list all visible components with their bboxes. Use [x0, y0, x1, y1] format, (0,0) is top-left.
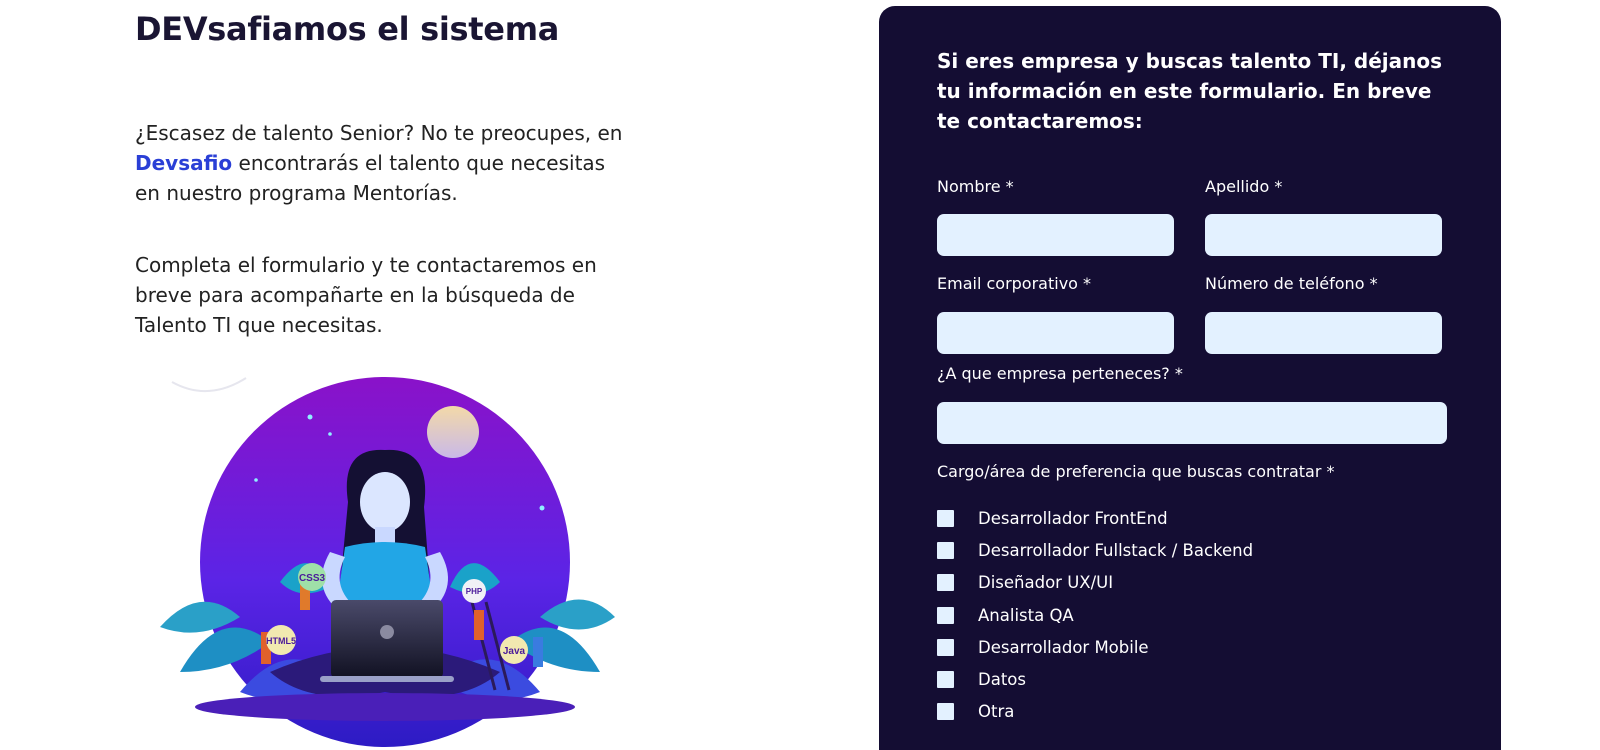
option-frontend[interactable]: Desarrollador FrontEnd [937, 502, 1253, 534]
badge-java: Java [503, 646, 526, 657]
apellido-label: Apellido * [1205, 177, 1283, 196]
empresa-input[interactable] [937, 402, 1447, 444]
checkbox[interactable] [937, 606, 954, 624]
cargo-question: Cargo/área de preferencia que buscas con… [937, 462, 1335, 481]
contact-form-card: Si eres empresa y buscas talento TI, déj… [879, 6, 1501, 750]
option-label: Desarrollador Fullstack / Backend [978, 540, 1254, 560]
woman-laptop-illustration: CSS3 PHP HTML5 Java [160, 377, 615, 747]
contact-paragraph: Completa el formulario y te contactaremo… [135, 253, 597, 337]
form-heading: Si eres empresa y buscas talento TI, déj… [937, 49, 1443, 133]
telefono-input[interactable] [1205, 312, 1442, 354]
badge-php: PHP [466, 587, 483, 596]
email-label: Email corporativo * [937, 274, 1092, 293]
badge-html5: HTML5 [266, 636, 296, 646]
option-label: Analista QA [978, 605, 1074, 625]
nombre-label: Nombre * [937, 177, 1014, 196]
brand-name: Devsafio [135, 151, 233, 175]
option-label: Datos [978, 670, 1026, 690]
option-label: Desarrollador Mobile [978, 637, 1149, 657]
badge-css3: CSS3 [299, 573, 326, 584]
option-otra[interactable]: Otra [937, 696, 1253, 728]
empresa-label: ¿A que empresa perteneces? * [937, 364, 1183, 383]
telefono-label: Número de teléfono * [1205, 274, 1378, 293]
checkbox[interactable] [937, 541, 954, 559]
option-mobile[interactable]: Desarrollador Mobile [937, 631, 1253, 663]
nombre-input[interactable] [937, 214, 1174, 256]
checkbox[interactable] [937, 509, 954, 527]
checkbox[interactable] [937, 703, 954, 721]
option-datos[interactable]: Datos [937, 663, 1253, 695]
decor-arc [171, 377, 247, 392]
moon [427, 406, 479, 458]
hero-illustration: CSS3 PHP HTML5 Java [160, 372, 620, 750]
checkbox[interactable] [937, 574, 954, 592]
option-fullstack-backend[interactable]: Desarrollador Fullstack / Backend [937, 534, 1253, 566]
checkbox[interactable] [937, 671, 954, 689]
email-input[interactable] [937, 312, 1174, 354]
option-label: Otra [978, 702, 1015, 722]
option-qa[interactable]: Analista QA [937, 599, 1253, 631]
option-label: Diseñador UX/UI [978, 573, 1114, 593]
cargo-checkbox-list: Desarrollador FrontEnd Desarrollador Ful… [937, 502, 1253, 728]
intro-text-start: ¿Escasez de talento Senior? No te preocu… [135, 121, 623, 145]
intro-paragraph: ¿Escasez de talento Senior? No te preocu… [135, 118, 635, 208]
option-label: Desarrollador FrontEnd [978, 508, 1168, 528]
option-ux-ui[interactable]: Diseñador UX/UI [937, 567, 1253, 599]
page-title: DEVsafiamos el sistema [135, 10, 560, 48]
apellido-input[interactable] [1205, 214, 1442, 256]
checkbox[interactable] [937, 638, 954, 656]
